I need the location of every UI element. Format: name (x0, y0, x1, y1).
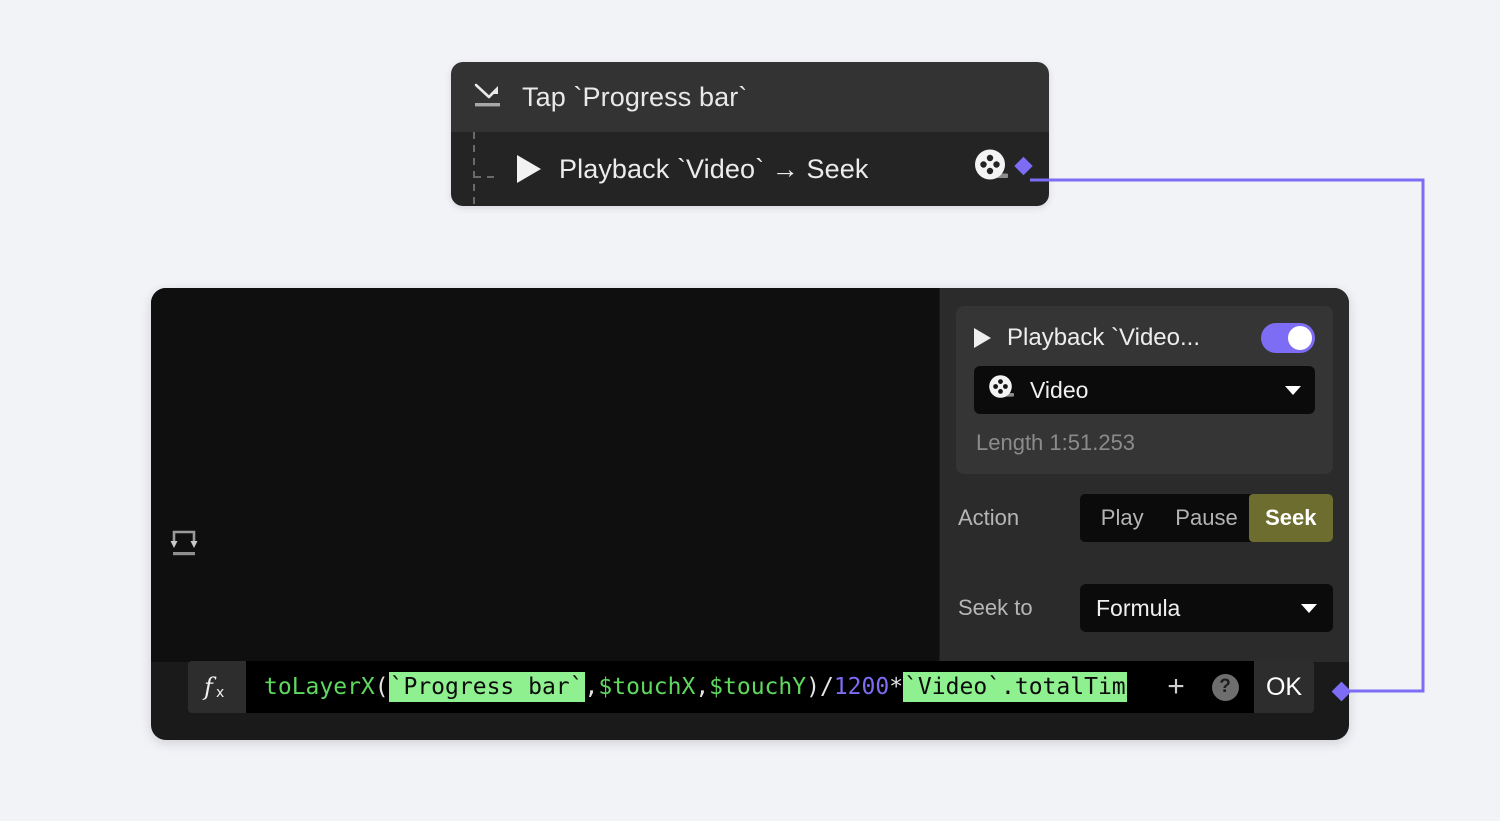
playback-editor-panel: Playback `Video... Video Length 1:51.253… (151, 288, 1349, 740)
trigger-label: Tap `Progress bar` (522, 81, 748, 112)
formula-token-chip: `Progress bar` (388, 672, 585, 702)
seek-to-value: Formula (1096, 594, 1181, 621)
loop-repeat-icon[interactable] (169, 526, 199, 565)
fx-function-icon[interactable]: f x (188, 661, 246, 713)
help-icon: ? (1211, 673, 1239, 701)
formula-token-punc: ) (806, 674, 820, 700)
formula-token-punc: ( (374, 674, 389, 700)
action-option-pause[interactable]: Pause (1164, 494, 1248, 542)
action-option-seek[interactable]: Seek (1248, 494, 1333, 542)
formula-token-var: $touchX (598, 674, 696, 700)
action-step-row[interactable]: Playback `Video` → Seek (451, 132, 1049, 206)
play-triangle-icon (517, 155, 541, 183)
toggle-knob (1288, 326, 1312, 350)
formula-token-punc: / (819, 674, 834, 700)
playback-inspector-card: Playback `Video... Video Length 1:51.253 (956, 306, 1333, 474)
formula-token-punc: , (695, 674, 710, 700)
panel-upper: Playback `Video... Video Length 1:51.253… (151, 288, 1349, 662)
action-option-play[interactable]: Play (1080, 494, 1164, 542)
formula-token-num: 1200 (833, 674, 890, 700)
formula-token-punc: , (584, 674, 599, 700)
inspector-title: Playback `Video... (1007, 324, 1200, 351)
film-reel-icon (988, 374, 1016, 407)
seek-to-field-row: Seek to Formula (956, 584, 1333, 632)
chevron-down-icon (1285, 385, 1301, 395)
preview-canvas[interactable] (151, 288, 940, 662)
action-field-row: Action Play Pause Seek (956, 494, 1333, 542)
formula-input[interactable]: toLayerX(`Progress bar`,$touchX,$touchY)… (246, 661, 1156, 713)
chevron-down-icon (1301, 603, 1317, 613)
formula-token-punc: * (889, 674, 904, 700)
play-triangle-icon (974, 328, 991, 348)
film-reel-icon[interactable] (973, 148, 1011, 191)
formula-connector-handle[interactable] (1330, 680, 1354, 709)
enable-toggle[interactable] (1261, 323, 1315, 353)
layer-select[interactable]: Video (974, 366, 1315, 414)
layer-select-value: Video (1030, 376, 1089, 403)
trigger-row[interactable]: Tap `Progress bar` (451, 62, 1049, 132)
add-token-button[interactable]: + (1156, 661, 1196, 713)
tree-branch-lines (465, 132, 513, 206)
inspector-pane: Playback `Video... Video Length 1:51.253… (940, 288, 1349, 662)
formula-token-fn: toLayerX (264, 674, 375, 700)
inspector-title-row: Playback `Video... (974, 320, 1315, 356)
svg-text:x: x (216, 685, 224, 701)
formula-expression: toLayerX(`Progress bar`,$touchX,$touchY)… (264, 672, 1127, 702)
formula-bar: f x toLayerX(`Progress bar`,$touchX,$tou… (188, 661, 1314, 713)
action-card: Tap `Progress bar` Playback `Video` → Se… (451, 62, 1049, 206)
help-button[interactable]: ? (1196, 661, 1254, 713)
tap-gesture-icon (472, 80, 506, 115)
action-step-label: Playback `Video` → Seek (559, 153, 869, 184)
formula-token-chip: `Video`.totalTim (903, 672, 1127, 702)
action-label: Action (958, 505, 1020, 530)
seek-to-label: Seek to (958, 595, 1033, 620)
action-segmented-control[interactable]: Play Pause Seek (1080, 494, 1333, 542)
svg-text:f: f (202, 673, 217, 701)
formula-token-var: $touchY (709, 674, 807, 700)
length-readout: Length 1:51.253 (976, 430, 1136, 455)
step-connector-handle[interactable] (1013, 156, 1035, 183)
ok-button[interactable]: OK (1254, 661, 1314, 713)
seek-to-select[interactable]: Formula (1080, 584, 1333, 632)
